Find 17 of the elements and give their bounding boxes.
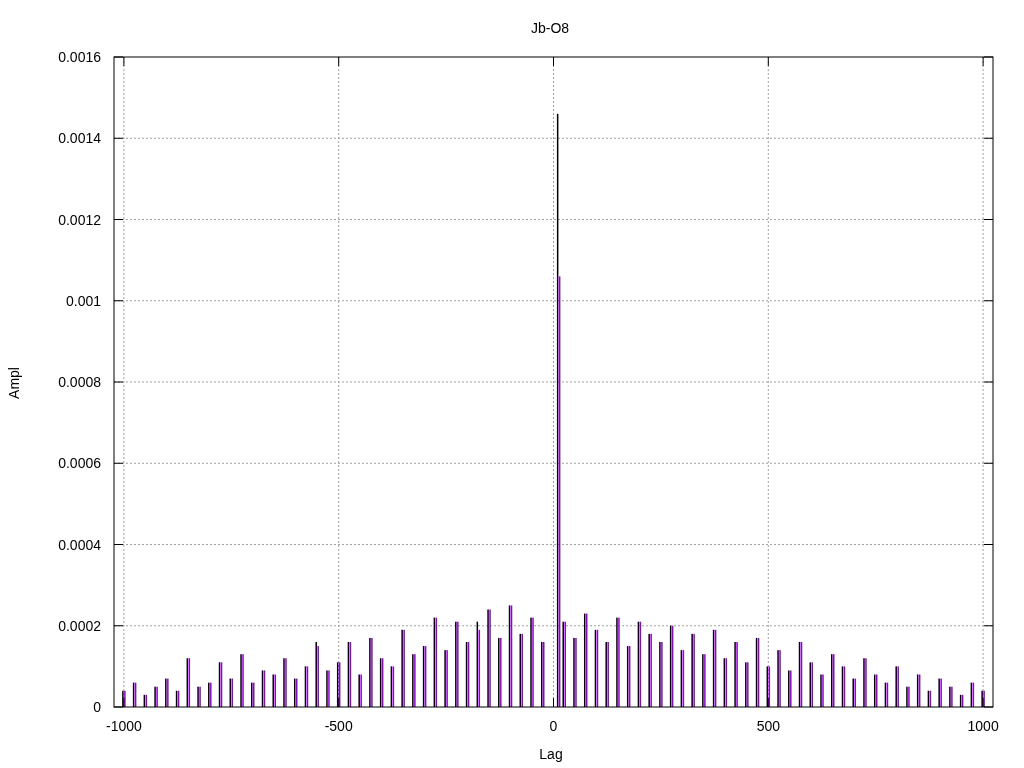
tick-label: 500: [756, 718, 780, 734]
tick-label: 0: [93, 699, 101, 715]
tick-label: 0.001: [65, 292, 101, 309]
tick-label: -1000: [105, 718, 142, 734]
tick-label: 0.0014: [58, 130, 101, 147]
tick-label: 0.0002: [58, 617, 101, 634]
axis-label: Lag: [539, 746, 563, 762]
axis-label: Ampl: [6, 367, 22, 399]
tick-label: 0.0008: [58, 374, 101, 390]
tick-label: -500: [324, 718, 353, 734]
chart-title: Jb-O8: [530, 20, 570, 36]
tick-label: 0.0012: [58, 211, 101, 228]
tick-label: 0.0006: [58, 455, 101, 472]
tick-label: 1000: [967, 718, 999, 734]
tick-label: 0: [549, 718, 558, 734]
tick-label: 0.0016: [58, 49, 101, 65]
tick-label: 0.0004: [58, 536, 101, 553]
